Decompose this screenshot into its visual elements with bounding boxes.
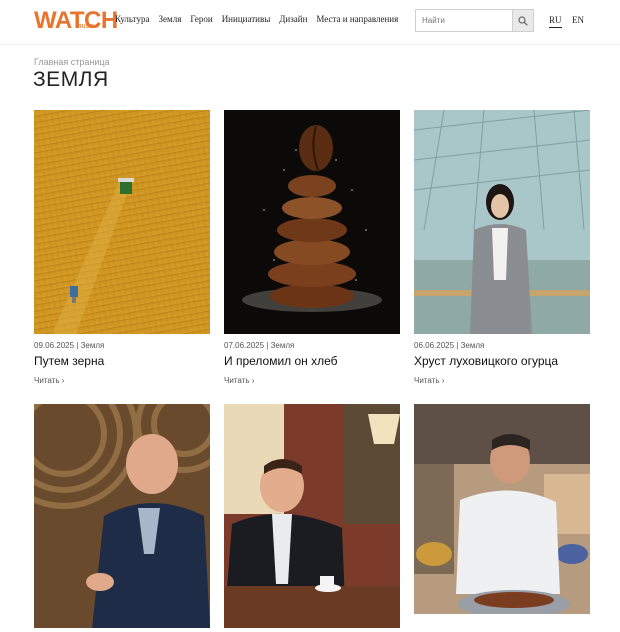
article-category[interactable]: Земля [461,341,485,350]
page-title: Земля [33,68,109,91]
nav-item-culture[interactable]: Культура [115,14,150,24]
nav-item-earth[interactable]: Земля [159,14,182,24]
article-card[interactable] [414,404,590,628]
article-card[interactable]: 07.06.2025 | Земля И преломил он хлеб Чи… [224,110,400,385]
article-meta: 07.06.2025 | Земля [224,341,295,350]
search-input[interactable] [416,10,524,31]
article-card[interactable]: 09.06.2025 | Земля Путем зерна Читать › [34,110,210,385]
article-category[interactable]: Земля [271,341,295,350]
article-image-man-cafe[interactable] [224,404,400,628]
article-title[interactable]: Хруст луховицкого огурца [414,354,590,368]
main-nav: Культура Земля Герои Инициативы Дизайн М… [115,14,398,24]
article-title[interactable]: И преломил он хлеб [224,354,400,368]
article-date: 09.06.2025 [34,341,75,350]
breadcrumb[interactable]: Главная страница [34,57,110,67]
article-image-woman-portrait[interactable] [414,110,590,334]
article-card[interactable]: 06.06.2025 | Земля Хруст луховицкого огу… [414,110,590,385]
site-header: WATCH RUSSIA Культура Земля Герои Инициа… [0,0,620,45]
article-image-bread-stack[interactable] [224,110,400,334]
read-more-link[interactable]: Читать › [224,376,400,385]
logo-subtitle: RUSSIA [78,24,99,30]
lang-en[interactable]: EN [572,15,584,25]
article-image-chef-restaurant[interactable] [414,404,590,628]
article-date: 06.06.2025 [414,341,455,350]
search-box [415,9,534,32]
read-more-link[interactable]: Читать › [34,376,210,385]
search-button[interactable] [512,10,533,31]
search-icon [518,15,528,26]
article-image-wheat-field[interactable] [34,110,210,334]
article-title[interactable]: Путем зерна [34,354,210,368]
article-meta: 06.06.2025 | Земля [414,341,485,350]
article-card[interactable] [224,404,400,628]
article-image-man-ropes[interactable] [34,404,210,628]
article-date: 07.06.2025 [224,341,265,350]
nav-item-initiatives[interactable]: Инициативы [222,14,271,24]
nav-item-design[interactable]: Дизайн [279,14,307,24]
article-meta: 09.06.2025 | Земля [34,341,105,350]
nav-item-heroes[interactable]: Герои [190,14,212,24]
article-card[interactable] [34,404,210,628]
lang-ru[interactable]: RU [549,15,562,28]
article-category[interactable]: Земля [81,341,105,350]
logo-wordmark: WATCH [34,7,118,34]
nav-item-places[interactable]: Места и направления [316,14,398,24]
logo[interactable]: WATCH RUSSIA [34,6,118,36]
read-more-link[interactable]: Читать › [414,376,590,385]
